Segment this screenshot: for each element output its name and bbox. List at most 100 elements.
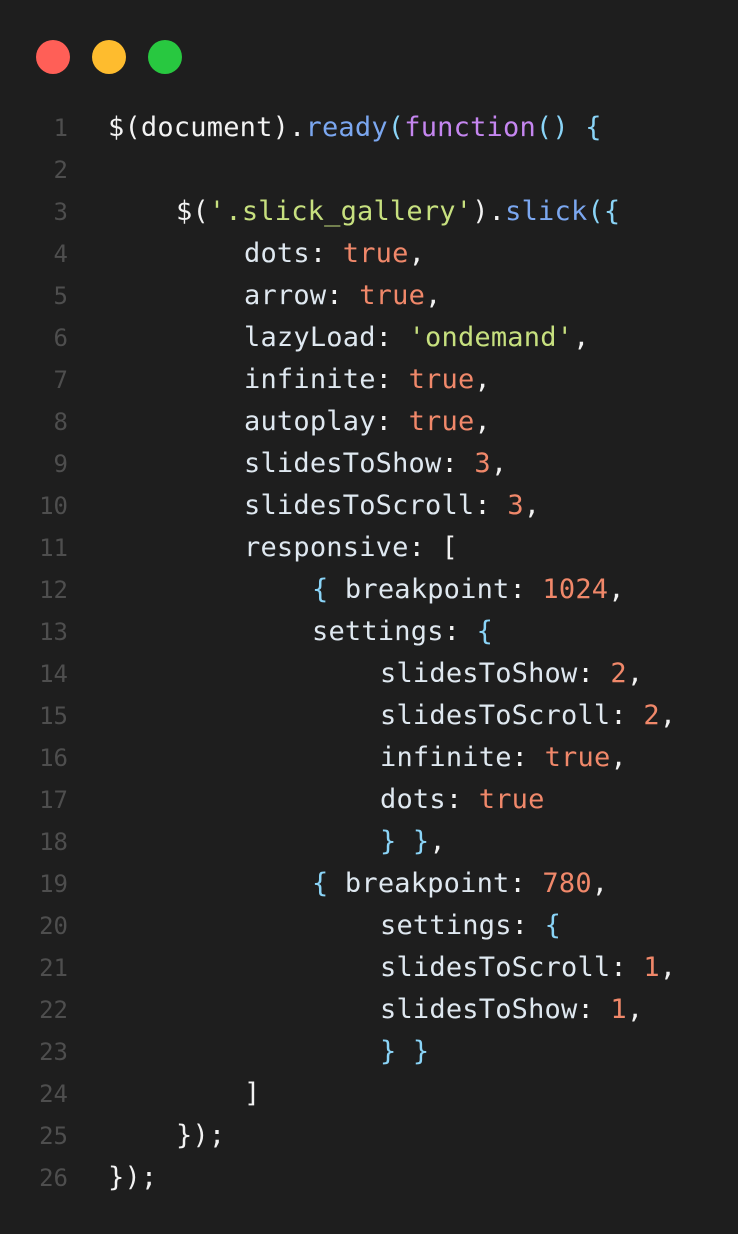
code-token: $( [108,112,141,143]
code-token: slidesToShow [380,658,578,689]
code-line: 15 slidesToScroll: 2, [0,695,738,737]
code-token: breakpoint [344,868,510,899]
code-token: : [441,448,475,479]
code-token: true [359,280,426,311]
code-line-content: { breakpoint: 780, [68,863,608,905]
code-token: lazyLoad [244,322,376,353]
code-token: : [445,784,479,815]
code-token: settings [312,616,444,647]
code-token: }); [108,1162,158,1193]
code-line-content: $(document).ready(function() { [68,107,602,149]
line-number: 21 [39,954,68,982]
line-number: 13 [39,618,68,646]
line-number: 26 [39,1164,68,1192]
code-token: { [312,574,345,605]
code-line: 9 slidesToShow: 3, [0,443,738,485]
code-line-content: lazyLoad: 'ondemand', [68,317,590,359]
code-line: 12{ breakpoint: 1024, [0,569,738,611]
line-number: 7 [53,366,68,394]
code-token: $( [176,196,209,227]
code-token: , [626,658,644,689]
line-number: 12 [39,576,68,604]
code-token: true [544,742,611,773]
code-token: : [610,952,644,983]
code-line: 4 dots: true, [0,233,738,275]
code-line: 21 slidesToScroll: 1, [0,947,738,989]
code-token: dots [380,784,446,815]
code-line-content: slidesToScroll: 1, [68,947,676,989]
line-number: 18 [39,828,68,856]
code-token: , [425,280,442,311]
code-editor[interactable]: 1 $(document).ready(function() {2 3 $('.sli… [0,107,738,1199]
code-line: 5 arrow: true, [0,275,738,317]
code-line-content: slidesToShow: 1, [68,989,643,1031]
code-token: ). [472,196,506,227]
code-token: { [312,868,345,899]
window-controls [36,40,182,74]
code-token: , [474,406,491,437]
code-line-content: settings: { [68,611,493,653]
code-token: : [509,574,543,605]
code-token: slick [505,196,588,227]
code-line: 2 [0,149,738,191]
code-token: : [511,910,545,941]
code-token: : [375,406,409,437]
code-token: true [408,364,475,395]
code-line: 26}); [0,1157,738,1199]
line-number: 15 [39,702,68,730]
code-token: , [659,952,677,983]
code-line-content: dots: true [68,779,545,821]
code-token: true [408,406,475,437]
code-token: '.slick_gallery' [208,196,473,227]
code-token: ({ [587,196,621,227]
code-token: , [429,826,446,857]
code-token: : [ [408,532,458,563]
code-line-content: dots: true, [68,233,425,275]
code-token: : [326,280,360,311]
code-token: 780 [542,868,592,899]
line-number: 1 [53,114,68,142]
code-token: : [309,238,343,269]
code-token: slidesToScroll [244,490,475,521]
code-line: 24] [0,1073,738,1115]
line-number: 6 [53,324,68,352]
code-token: true [478,784,545,815]
code-line: 14 slidesToShow: 2, [0,653,738,695]
line-number: 24 [39,1080,68,1108]
code-token: : [511,742,545,773]
code-line-content: slidesToShow: 2, [68,653,643,695]
code-line-content [68,149,108,191]
code-line-content: infinite: true, [68,359,491,401]
code-token: infinite [244,364,376,395]
zoom-button[interactable] [148,40,182,74]
line-number: 3 [53,198,68,226]
code-token: 1 [643,952,660,983]
minimize-button[interactable] [92,40,126,74]
code-token: 'ondemand' [408,322,574,353]
code-line: 11 responsive: [ [0,527,738,569]
code-window: 1 $(document).ready(function() {2 3 $('.sli… [0,0,738,1234]
code-token: ready [305,112,388,143]
code-line-content: } }, [68,821,446,863]
line-number: 22 [39,996,68,1024]
code-token: } } [380,826,430,857]
code-line-content: arrow: true, [68,275,442,317]
code-line: 7 infinite: true, [0,359,738,401]
code-token: slidesToScroll [380,952,611,983]
code-token: () { [535,112,602,143]
code-line-content: }); [68,1115,225,1157]
code-line: 20 settings: { [0,905,738,947]
close-button[interactable] [36,40,70,74]
line-number: 17 [39,786,68,814]
code-token: : [577,994,611,1025]
code-line: 10 slidesToScroll: 3, [0,485,738,527]
line-number: 5 [53,282,68,310]
code-token: { [544,910,562,941]
code-line: 23} } [0,1031,738,1073]
code-line-content: } } [68,1031,429,1073]
code-token: , [608,574,625,605]
code-line: 17 dots: true [0,779,738,821]
code-token: , [591,868,609,899]
code-line-content: slidesToScroll: 3, [68,485,540,527]
code-token: settings [380,910,512,941]
